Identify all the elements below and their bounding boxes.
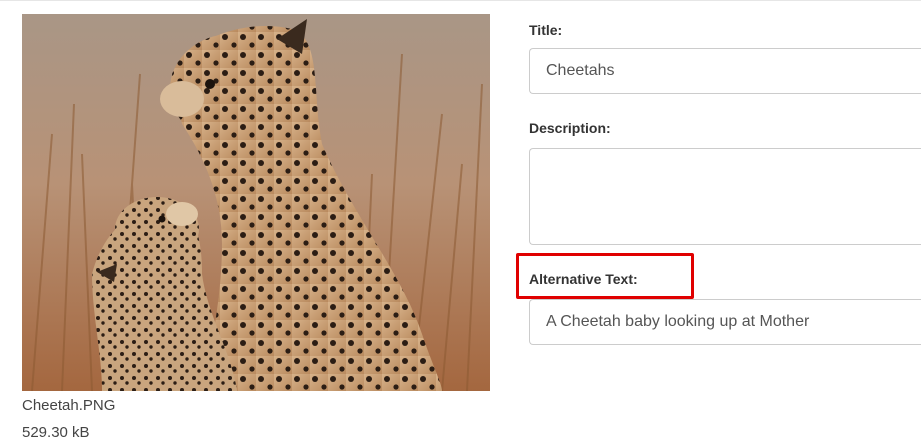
alt-text-input[interactable] xyxy=(529,299,921,345)
media-details-panel: Cheetah.PNG 529.30 kB Title: Description… xyxy=(0,0,921,446)
title-input[interactable] xyxy=(529,48,921,94)
image-preview xyxy=(22,14,490,391)
description-textarea[interactable] xyxy=(529,148,921,245)
file-name: Cheetah.PNG xyxy=(22,397,116,414)
top-divider xyxy=(0,0,921,1)
alt-text-label: Alternative Text: xyxy=(529,271,638,287)
title-label: Title: xyxy=(529,22,563,38)
file-size: 529.30 kB xyxy=(22,424,90,441)
description-label: Description: xyxy=(529,120,611,136)
